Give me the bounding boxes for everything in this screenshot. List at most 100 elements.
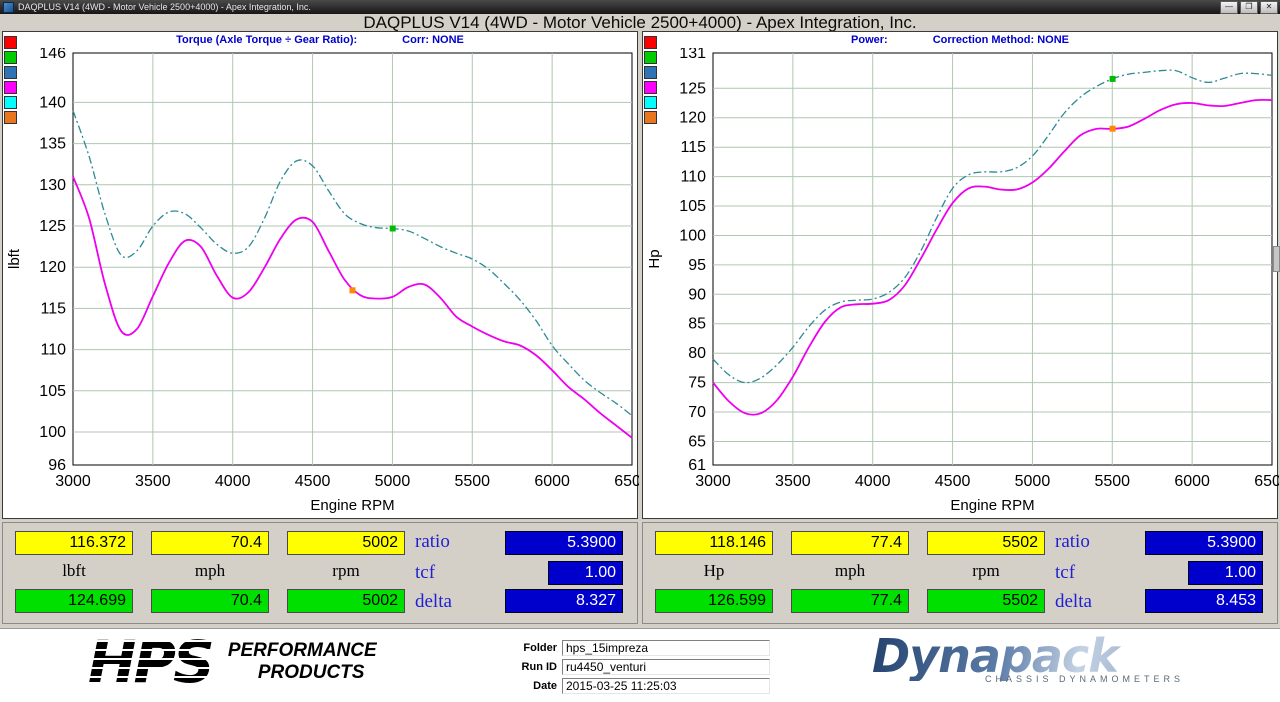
- svg-text:Engine RPM: Engine RPM: [950, 497, 1034, 514]
- torque-cursor-value: 116.372: [15, 531, 133, 555]
- svg-text:5000: 5000: [1015, 473, 1051, 490]
- delta-label: delta: [415, 591, 452, 613]
- delta-label: delta: [1055, 591, 1092, 613]
- delta-value: 8.453: [1145, 589, 1263, 613]
- svg-text:95: 95: [688, 257, 706, 274]
- date-label: Date: [505, 680, 557, 692]
- run-id-label: Run ID: [505, 661, 557, 673]
- folder-field[interactable]: [562, 640, 770, 656]
- run-color-cyan-swatch[interactable]: [4, 96, 17, 109]
- power-chart-panel: Power: Correction Method: NONE 300035004…: [642, 31, 1278, 519]
- svg-text:5500: 5500: [1094, 473, 1130, 490]
- tcf-value: 1.00: [548, 561, 623, 585]
- rpm-unit-label: rpm: [287, 561, 405, 581]
- svg-text:Hp: Hp: [646, 249, 663, 268]
- run-color-blue-swatch[interactable]: [644, 66, 657, 79]
- svg-text:105: 105: [679, 198, 706, 215]
- svg-text:90: 90: [688, 286, 706, 303]
- torque-chart-title: Torque (Axle Torque ÷ Gear Ratio):: [176, 34, 357, 48]
- dynapack-logo: Dynapack CHASSIS DYNAMOMETERS: [872, 631, 1192, 684]
- svg-text:80: 80: [688, 345, 706, 362]
- run-color-red-swatch[interactable]: [4, 36, 17, 49]
- svg-text:Engine RPM: Engine RPM: [310, 497, 394, 514]
- run-color-magenta-swatch[interactable]: [4, 81, 17, 94]
- torque-correction-label: Corr: NONE: [402, 34, 464, 48]
- svg-text:135: 135: [39, 136, 66, 153]
- titlebar-title: DAQPLUS V14 (4WD - Motor Vehicle 2500+40…: [18, 2, 1218, 12]
- svg-text:4000: 4000: [855, 473, 891, 490]
- tcf-label: tcf: [415, 562, 435, 584]
- run-color-green-swatch[interactable]: [644, 51, 657, 64]
- svg-text:5500: 5500: [454, 473, 490, 490]
- rpm-reference-value: 5502: [927, 589, 1045, 613]
- svg-text:3500: 3500: [775, 473, 811, 490]
- footer: HPS PERFORMANCE PRODUCTS Folder Run ID D…: [0, 628, 1280, 702]
- page-title: DAQPLUS V14 (4WD - Motor Vehicle 2500+40…: [0, 13, 1280, 31]
- svg-text:5000: 5000: [375, 473, 411, 490]
- run-color-cyan-swatch[interactable]: [644, 96, 657, 109]
- svg-text:120: 120: [39, 259, 66, 276]
- svg-text:6500: 6500: [1254, 473, 1279, 490]
- ratio-label: ratio: [415, 531, 450, 553]
- svg-text:6500: 6500: [614, 473, 639, 490]
- svg-text:115: 115: [40, 300, 66, 317]
- power-chart[interactable]: 3000350040004500500055006000650061657075…: [643, 48, 1279, 520]
- torque-chart[interactable]: 3000350040004500500055006000650096100105…: [3, 48, 639, 520]
- date-field[interactable]: [562, 678, 770, 694]
- power-reference-value: 126.599: [655, 589, 773, 613]
- run-color-magenta-swatch[interactable]: [644, 81, 657, 94]
- torque-unit-label: lbft: [15, 561, 133, 581]
- svg-text:125: 125: [39, 218, 66, 235]
- svg-text:100: 100: [679, 228, 706, 245]
- svg-text:75: 75: [688, 375, 706, 392]
- hps-logo-line2: PRODUCTS: [258, 662, 377, 684]
- speed-cursor-value: 70.4: [151, 531, 269, 555]
- hps-logo-text: HPS: [88, 633, 212, 691]
- power-cursor-value: 118.146: [655, 531, 773, 555]
- svg-text:61: 61: [688, 457, 706, 474]
- run-color-orange-swatch[interactable]: [4, 111, 17, 124]
- svg-text:105: 105: [39, 383, 66, 400]
- run-color-red-swatch[interactable]: [644, 36, 657, 49]
- run-color-orange-swatch[interactable]: [644, 111, 657, 124]
- svg-text:4500: 4500: [295, 473, 331, 490]
- speed-reference-value: 70.4: [151, 589, 269, 613]
- minimize-button[interactable]: —: [1220, 1, 1238, 14]
- rpm-cursor-value: 5502: [927, 531, 1045, 555]
- speed-reference-value: 77.4: [791, 589, 909, 613]
- power-chart-title: Power:: [851, 34, 888, 48]
- torque-data-panel: 116.372 70.4 5002 lbft mph rpm 124.699 7…: [2, 522, 638, 624]
- maximize-button[interactable]: ❐: [1240, 1, 1258, 14]
- speed-cursor-value: 77.4: [791, 531, 909, 555]
- close-button[interactable]: ✕: [1260, 1, 1278, 14]
- run-color-blue-swatch[interactable]: [4, 66, 17, 79]
- svg-text:3500: 3500: [135, 473, 171, 490]
- svg-text:6000: 6000: [1174, 473, 1210, 490]
- run-info-fields: Folder Run ID Date: [505, 640, 770, 697]
- svg-text:3000: 3000: [55, 473, 91, 490]
- hps-logo: HPS PERFORMANCE PRODUCTS: [88, 633, 377, 691]
- rpm-cursor-value: 5002: [287, 531, 405, 555]
- svg-text:65: 65: [688, 434, 706, 451]
- run-id-field[interactable]: [562, 659, 770, 675]
- svg-text:120: 120: [679, 110, 706, 127]
- app-icon: [3, 2, 14, 13]
- scrollbar-thumb[interactable]: [1273, 246, 1280, 272]
- hps-logo-line1: PERFORMANCE: [228, 640, 377, 662]
- ratio-label: ratio: [1055, 531, 1090, 553]
- speed-unit-label: mph: [151, 561, 269, 581]
- svg-text:96: 96: [48, 457, 66, 474]
- tcf-value: 1.00: [1188, 561, 1263, 585]
- run-color-green-swatch[interactable]: [4, 51, 17, 64]
- folder-label: Folder: [505, 642, 557, 654]
- torque-chart-panel: Torque (Axle Torque ÷ Gear Ratio): Corr:…: [2, 31, 638, 519]
- titlebar: DAQPLUS V14 (4WD - Motor Vehicle 2500+40…: [0, 0, 1280, 14]
- svg-text:110: 110: [680, 169, 706, 186]
- power-data-panel: 118.146 77.4 5502 Hp mph rpm 126.599 77.…: [642, 522, 1278, 624]
- svg-text:130: 130: [39, 177, 66, 194]
- speed-unit-label: mph: [791, 561, 909, 581]
- power-run-color-legend: [644, 36, 657, 126]
- rpm-reference-value: 5002: [287, 589, 405, 613]
- ratio-value: 5.3900: [505, 531, 623, 555]
- svg-text:110: 110: [40, 342, 66, 359]
